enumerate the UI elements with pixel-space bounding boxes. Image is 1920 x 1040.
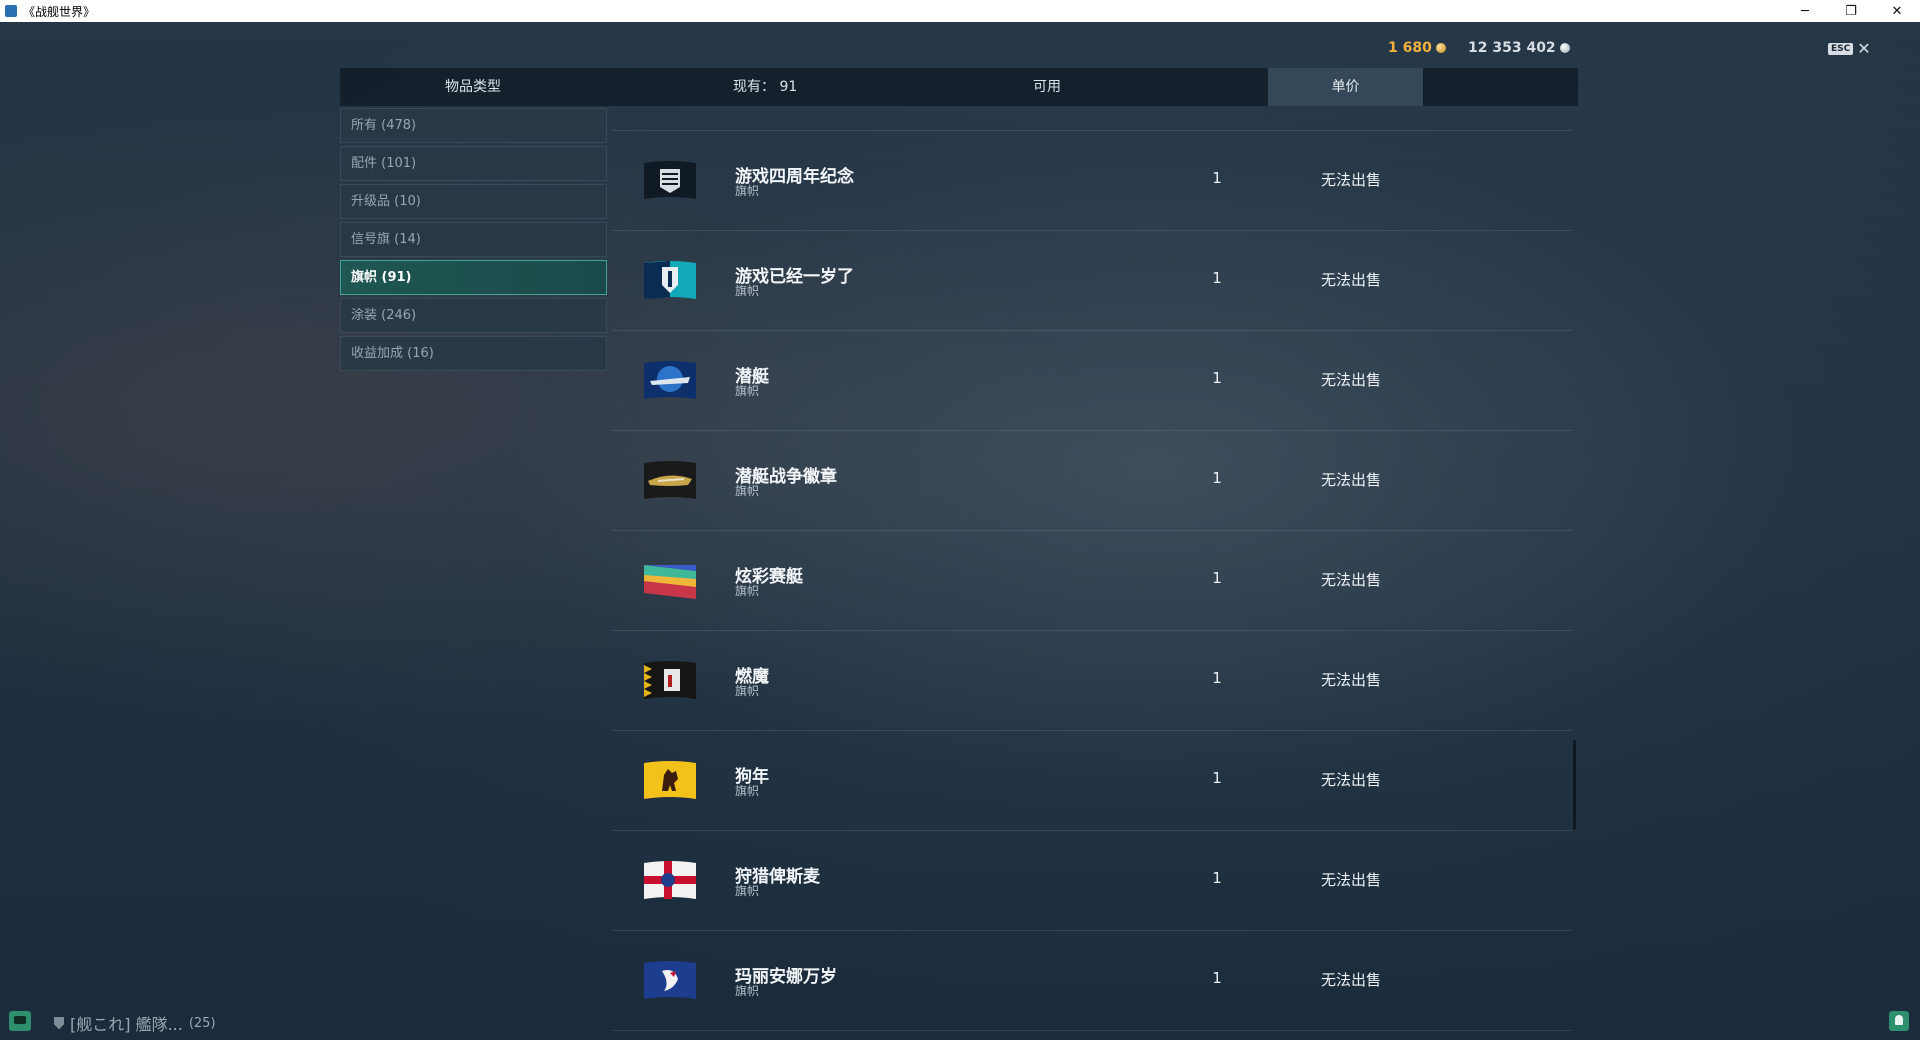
notification-bell-icon[interactable] <box>1889 1011 1909 1031</box>
gold-balance: 1 680 <box>1388 40 1446 56</box>
clan-member-count: (25) <box>188 1015 216 1031</box>
esc-close-button[interactable]: ESC ✕ <box>1828 39 1871 58</box>
silver-coin-icon <box>1559 43 1570 53</box>
item-type: 旗帜 <box>735 984 760 998</box>
item-type: 旗帜 <box>735 184 760 198</box>
list-item[interactable]: 游戏四周年纪念 旗帜 1 无法出售 <box>612 131 1572 231</box>
item-available: 1 <box>1212 769 1222 787</box>
gold-amount: 1 680 <box>1388 40 1432 56</box>
credits-amount: 12 353 402 <box>1468 40 1556 56</box>
clan-shield-icon <box>54 1016 64 1030</box>
item-price: 无法出售 <box>1320 471 1381 489</box>
list-item[interactable]: 狗年 旗帜 1 无法出售 <box>612 731 1572 831</box>
item-type: 旗帜 <box>735 784 760 798</box>
minimize-button[interactable]: ─ <box>1782 0 1828 22</box>
demon-flag-icon <box>640 657 700 703</box>
item-price: 无法出售 <box>1320 771 1381 789</box>
item-available: 1 <box>1212 669 1222 687</box>
item-type: 旗帜 <box>735 584 760 598</box>
list-item[interactable]: 潜艇 旗帜 1 无法出售 <box>612 331 1572 431</box>
flag-list: 游戏四周年纪念 旗帜 1 无法出售 游戏已经一岁了 旗帜 1 无法出售 潜艇 旗… <box>612 130 1572 1031</box>
column-item-type[interactable]: 物品类型 <box>340 68 606 106</box>
list-item[interactable]: 燃魔 旗帜 1 无法出售 <box>612 631 1572 731</box>
list-scrollbar[interactable] <box>1573 740 1576 830</box>
close-window-button[interactable]: ✕ <box>1874 0 1920 22</box>
list-item[interactable]: 狩猎俾斯麦 旗帜 1 无法出售 <box>612 831 1572 931</box>
item-available: 1 <box>1212 969 1222 987</box>
submarine-flag-icon <box>640 357 700 403</box>
list-item[interactable]: 炫彩赛艇 旗帜 1 无法出售 <box>612 531 1572 631</box>
sidebar-item-flags[interactable]: 旗帜 (91) <box>340 260 607 295</box>
chevron-rank-flag-icon <box>640 157 700 203</box>
esc-key-badge: ESC <box>1828 43 1854 55</box>
item-price: 无法出售 <box>1320 271 1381 289</box>
list-item[interactable]: 潜艇战争徽章 旗帜 1 无法出售 <box>612 431 1572 531</box>
sidebar-item-modules[interactable]: 配件 (101) <box>340 146 607 181</box>
item-available: 1 <box>1212 469 1222 487</box>
column-available[interactable]: 可用 <box>997 68 1097 106</box>
item-price: 无法出售 <box>1320 671 1381 689</box>
column-owned: 现有： 91 <box>733 79 798 95</box>
item-price: 无法出售 <box>1320 871 1381 889</box>
app-icon <box>5 5 17 17</box>
sidebar-item-all[interactable]: 所有 (478) <box>340 108 607 143</box>
wows-shield-flag-icon <box>640 257 700 303</box>
marianne-flag-icon <box>640 957 700 1003</box>
column-unit-price[interactable]: 单价 <box>1268 68 1423 106</box>
hunt-bismarck-flag-icon <box>640 857 700 903</box>
item-price: 无法出售 <box>1320 371 1381 389</box>
list-item[interactable]: 玛丽安娜万岁 旗帜 1 无法出售 <box>612 931 1572 1031</box>
item-available: 1 <box>1212 169 1222 187</box>
item-available: 1 <box>1212 269 1222 287</box>
item-type: 旗帜 <box>735 384 760 398</box>
sidebar-item-signals[interactable]: 信号旗 (14) <box>340 222 607 257</box>
item-price: 无法出售 <box>1320 571 1381 589</box>
inventory-header: 物品类型 现有： 91 可用 单价 <box>340 68 1578 106</box>
submarine-badge-flag-icon <box>640 457 700 503</box>
sidebar-item-economic-bonuses[interactable]: 收益加成 (16) <box>340 336 607 371</box>
item-type: 旗帜 <box>735 484 760 498</box>
item-type: 旗帜 <box>735 884 760 898</box>
window-title: 《战舰世界》 <box>23 4 96 19</box>
category-sidebar: 所有 (478) 配件 (101) 升级品 (10) 信号旗 (14) 旗帜 (… <box>340 108 607 374</box>
clan-channel[interactable]: [舰これ] 艦隊... (25) <box>54 1011 216 1035</box>
clan-name: [舰これ] 艦隊... <box>70 1015 183 1034</box>
credits-balance: 12 353 402 <box>1468 40 1570 56</box>
window-title-bar: 《战舰世界》 ─ ❐ ✕ <box>0 0 1920 22</box>
dog-year-flag-icon <box>640 757 700 803</box>
item-type: 旗帜 <box>735 284 760 298</box>
restore-button[interactable]: ❐ <box>1828 0 1874 22</box>
item-type: 旗帜 <box>735 684 760 698</box>
gold-coin-icon <box>1435 43 1446 53</box>
list-item[interactable]: 游戏已经一岁了 旗帜 1 无法出售 <box>612 231 1572 331</box>
sidebar-item-upgrades[interactable]: 升级品 (10) <box>340 184 607 219</box>
item-price: 无法出售 <box>1320 171 1381 189</box>
item-available: 1 <box>1212 569 1222 587</box>
close-icon: ✕ <box>1857 39 1871 58</box>
item-available: 1 <box>1212 369 1222 387</box>
item-price: 无法出售 <box>1320 971 1381 989</box>
sidebar-item-camouflage[interactable]: 涂装 (246) <box>340 298 607 333</box>
item-available: 1 <box>1212 869 1222 887</box>
chat-icon[interactable] <box>9 1011 31 1031</box>
rainbow-flag-icon <box>640 557 700 603</box>
